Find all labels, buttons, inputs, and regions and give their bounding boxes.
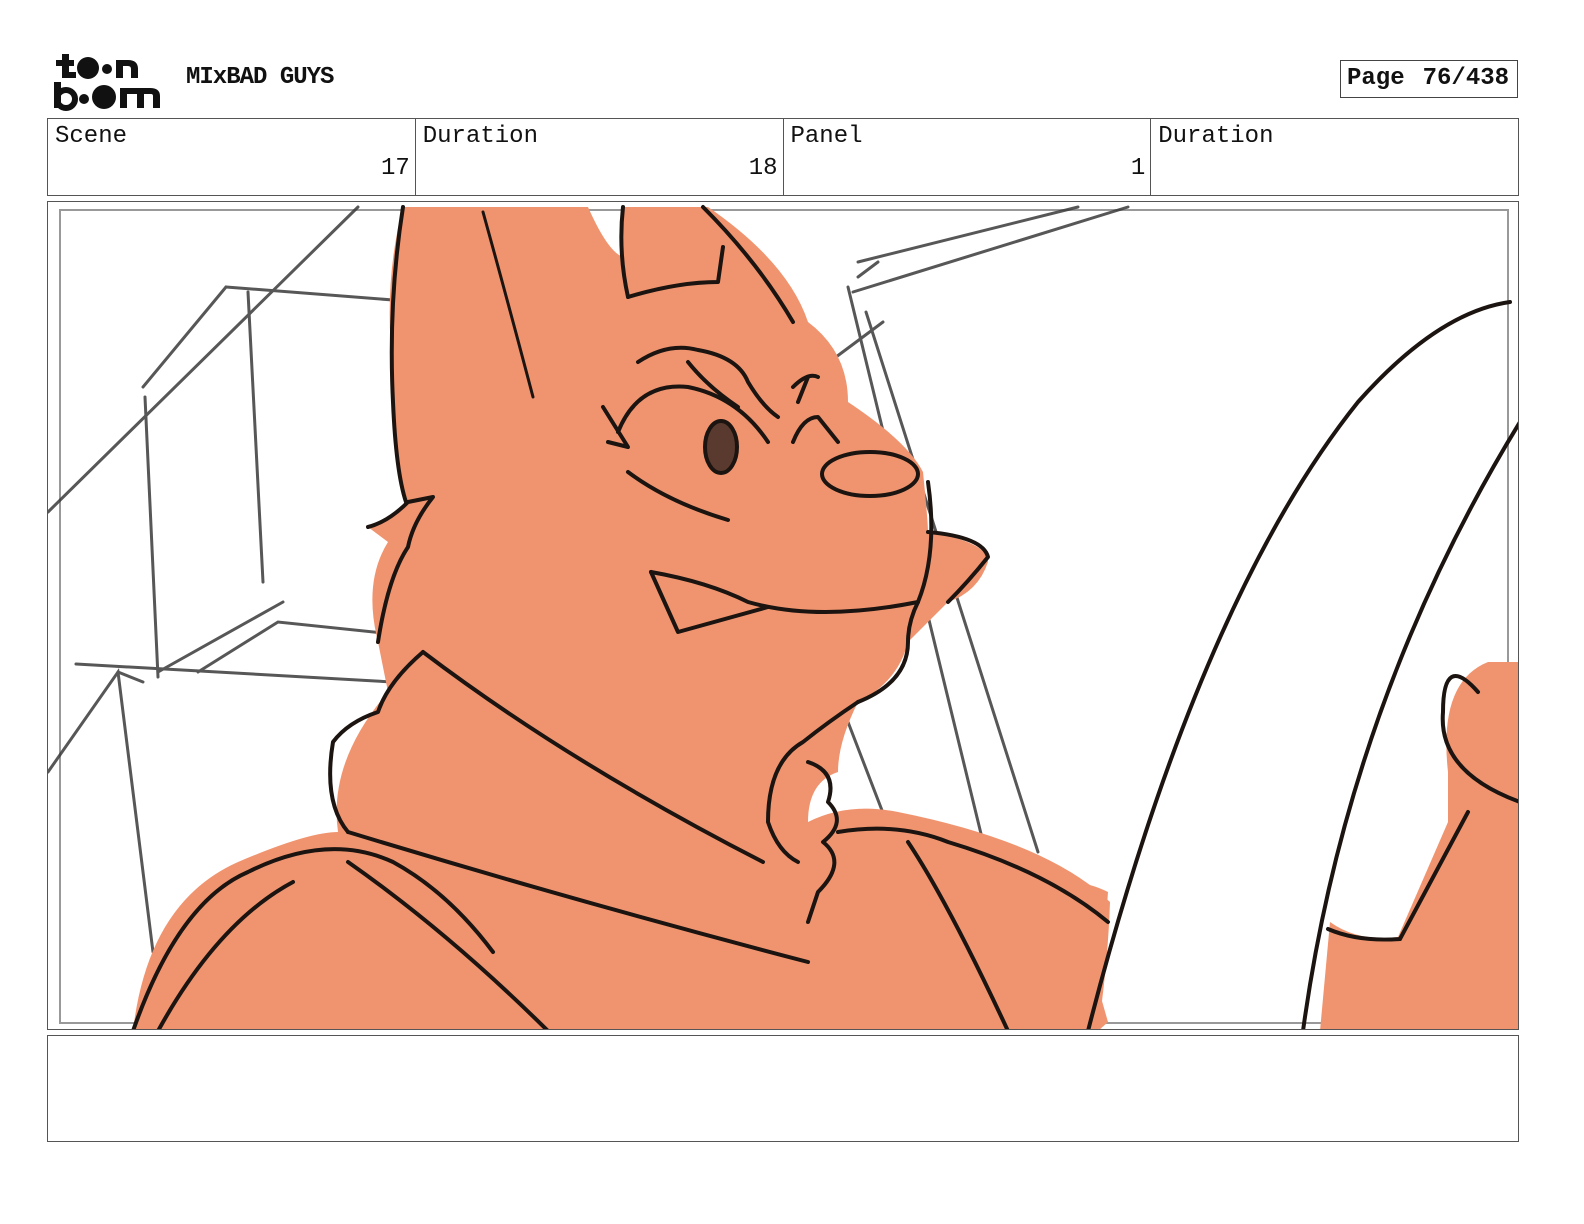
page-number: 76/438 <box>1422 65 1510 92</box>
storyboard-panel <box>47 201 1519 1030</box>
scene-value: 17 <box>380 155 410 182</box>
panel-duration-cell: Duration 6 <box>1150 119 1518 195</box>
hand-fill <box>1320 662 1518 1029</box>
scene-cell: Scene 17 <box>48 119 415 195</box>
panel-cell: Panel 1 <box>782 119 1151 195</box>
project-title: MIxBAD GUYS <box>186 64 334 91</box>
panel-notes-box <box>47 1035 1519 1142</box>
page-indicator: Page 76/438 <box>1340 60 1518 98</box>
panel-label: Panel <box>790 123 863 150</box>
scene-duration-value: 18 <box>748 155 778 182</box>
scene-duration-label: Duration <box>422 123 538 150</box>
scene-label: Scene <box>55 123 128 150</box>
panel-info-table: Scene 17 Duration 18 Panel 1 Duration 6 <box>47 118 1519 196</box>
toon-boom-logo <box>54 54 160 111</box>
panel-duration-value: 6 <box>1511 155 1526 182</box>
scene-duration-cell: Duration 18 <box>414 119 783 195</box>
panel-duration-label: Duration <box>1158 123 1274 150</box>
page-label: Page <box>1347 65 1405 92</box>
panel-value: 1 <box>1130 155 1146 182</box>
panel-drawing <box>48 205 1518 1029</box>
